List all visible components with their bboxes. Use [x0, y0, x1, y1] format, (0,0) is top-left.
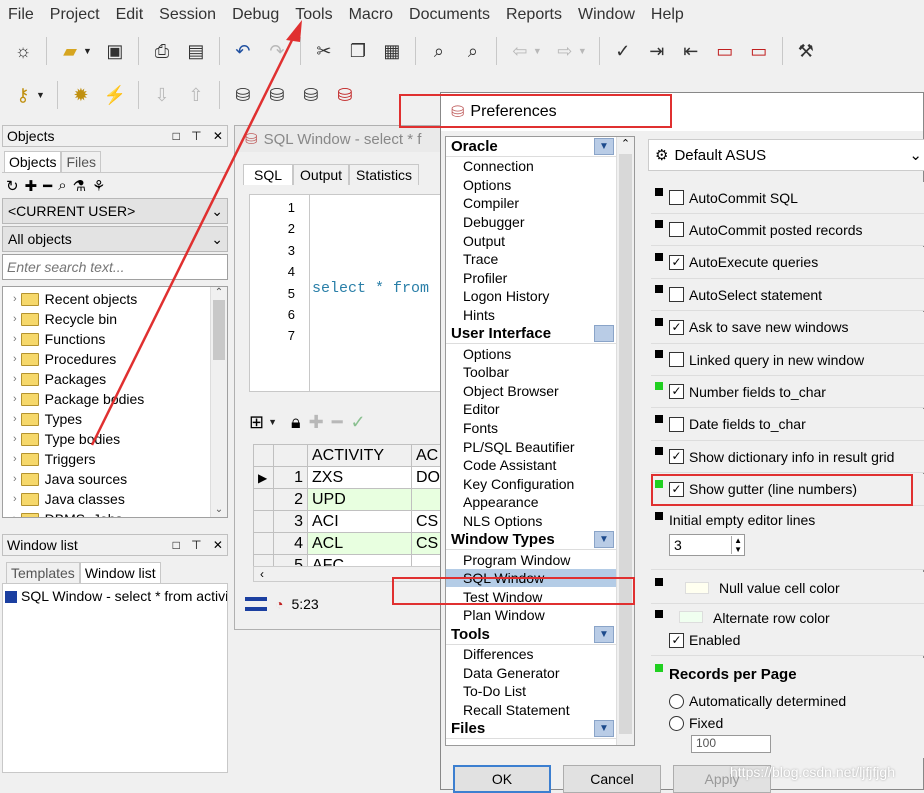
watermark: https://blog.csdn.net/ljfjfjgh — [730, 764, 895, 780]
annotation-arrow — [90, 20, 302, 446]
